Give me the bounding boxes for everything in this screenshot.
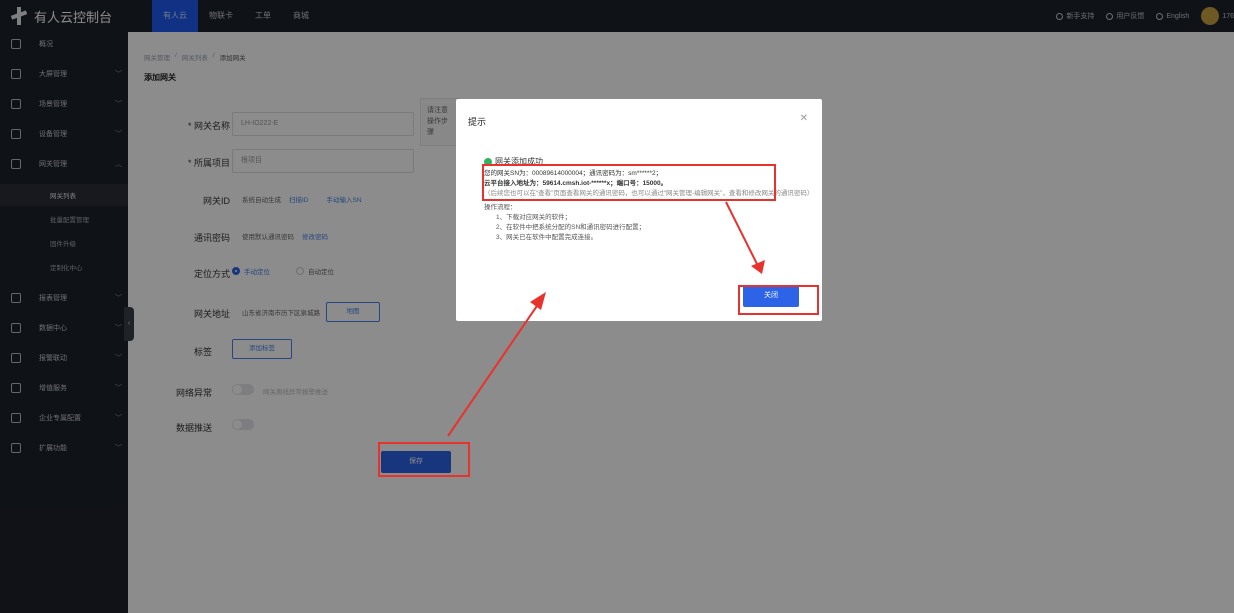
annotation-arrows: [447, 201, 765, 437]
arrowhead-up-icon: [530, 292, 546, 310]
annotation-arrow-up: [447, 299, 542, 437]
annotation-arrow-down: [725, 201, 759, 267]
arrowhead-down-icon: [751, 260, 765, 274]
